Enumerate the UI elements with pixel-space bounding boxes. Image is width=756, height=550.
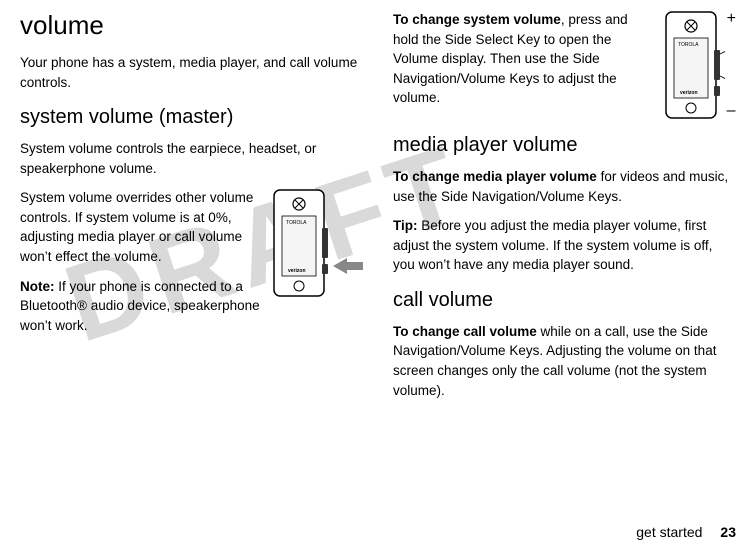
system-volume-p1: System volume controls the earpiece, hea… [20,139,363,178]
change-call-label: To change call volume [393,324,537,339]
right-column: TOROLA verizon + – To change system volu… [393,10,736,510]
tip-paragraph: Tip: Before you adjust the media player … [393,216,736,275]
change-media-label: To change media player volume [393,169,597,184]
call-volume-heading: call volume [393,289,736,312]
phone-diagram-left: TOROLA verizon [268,188,363,298]
change-system-label: To change system volume [393,12,561,27]
brand-label-bottom: verizon [680,90,698,96]
volume-heading: volume [20,10,363,41]
media-player-heading: media player volume [393,134,736,157]
change-media-paragraph: To change media player volume for videos… [393,167,736,206]
volume-indicator: + – [727,10,736,120]
phone-icon: TOROLA verizon [660,10,725,120]
note-text: If your phone is connected to a Bluetoot… [20,279,260,333]
left-column: volume Your phone has a system, media pl… [20,10,363,510]
note-label: Note: [20,279,55,294]
page-number: 23 [720,524,736,540]
tip-text: Before you adjust the media player volum… [393,218,712,272]
plus-icon: + [727,10,736,28]
phone-icon: TOROLA verizon [268,188,333,298]
brand-label-bottom: verizon [288,268,306,274]
arrow-icon [333,188,363,298]
intro-paragraph: Your phone has a system, media player, a… [20,53,363,92]
page-content: volume Your phone has a system, media pl… [0,0,756,510]
footer-label: get started [636,524,702,540]
change-call-paragraph: To change call volume while on a call, u… [393,322,736,400]
system-volume-heading: system volume (master) [20,106,363,129]
change-system-block: TOROLA verizon + – To change system volu… [393,10,736,120]
page-footer: get started 23 [636,524,736,540]
brand-label-top: TOROLA [286,220,307,226]
tip-label: Tip: [393,218,418,233]
system-volume-block: TOROLA verizon System volume overrides o… [20,188,363,345]
minus-icon: – [727,102,736,120]
phone-diagram-right: TOROLA verizon + – [660,10,736,120]
brand-label-top: TOROLA [678,42,699,48]
